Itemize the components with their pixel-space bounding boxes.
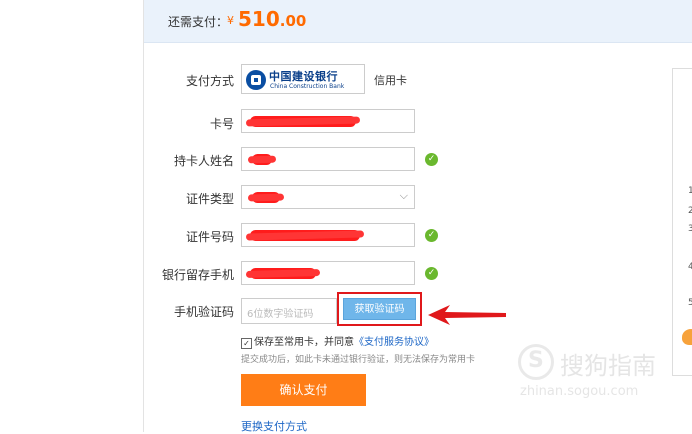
left-blank-area <box>0 0 144 432</box>
redacted-mark <box>252 192 280 203</box>
service-agreement-link[interactable]: 《支付服务协议》 <box>354 337 434 348</box>
card-number-label: 卡号 <box>209 117 234 131</box>
save-card-checkbox[interactable]: ✓ <box>241 338 252 349</box>
watermark-text: 搜狗指南 <box>560 352 656 380</box>
red-arrow-icon <box>428 305 506 325</box>
sogou-watermark: 搜狗指南 zhinan.sogou.com <box>508 342 668 402</box>
redacted-mark <box>252 154 272 165</box>
id-type-label: 证件类型 <box>185 192 234 206</box>
side-number: 3 <box>688 224 692 234</box>
id-type-select[interactable]: ⌵ <box>241 185 415 209</box>
redacted-mark <box>250 116 356 127</box>
agreement-row: ✓ 保存至常用卡，并同意《支付服务协议》 <box>241 333 434 349</box>
agreement-text: 保存至常用卡，并同意 <box>254 337 354 348</box>
get-sms-code-button[interactable]: 获取验证码 <box>343 298 416 320</box>
bank-name-cn: 中国建设银行 <box>269 70 338 83</box>
holder-name-input[interactable] <box>241 147 415 171</box>
bank-selector[interactable]: 中国建设银行 China Construction Bank <box>241 64 365 94</box>
currency-symbol: ¥ <box>227 14 234 27</box>
side-number: 2 <box>688 206 692 216</box>
side-number: 5 <box>688 298 692 308</box>
redacted-mark <box>250 268 316 279</box>
check-circle-icon: ✓ <box>425 153 438 166</box>
confirm-pay-button[interactable]: 确认支付 <box>241 374 366 406</box>
save-card-hint: 提交成功后，如此卡未通过银行验证，则无法保存为常用卡 <box>241 355 476 365</box>
bank-name-en: China Construction Bank <box>270 83 345 90</box>
sogou-logo-icon <box>518 344 554 380</box>
sms-code-label: 手机验证码 <box>173 305 234 319</box>
card-type: 信用卡 <box>374 74 407 87</box>
redacted-mark <box>250 230 360 241</box>
reward-badge-icon <box>682 329 692 345</box>
side-info-panel: 1 2 3 4 5 <box>672 68 692 376</box>
id-number-input[interactable] <box>241 223 415 247</box>
sms-code-input[interactable]: 6位数字验证码 <box>241 298 337 324</box>
check-circle-icon: ✓ <box>425 229 438 242</box>
ccb-logo-icon <box>246 70 266 90</box>
side-number: 1 <box>688 186 692 196</box>
watermark-url: zhinan.sogou.com <box>520 384 639 399</box>
holder-name-label: 持卡人姓名 <box>173 154 234 168</box>
payment-method-label: 支付方式 <box>185 74 234 88</box>
amount-due-value: 510.00 <box>238 7 307 31</box>
id-number-label: 证件号码 <box>185 230 234 244</box>
payment-summary-bar: 还需支付： ¥ 510.00 <box>144 0 692 43</box>
amount-due-label: 还需支付： <box>168 15 229 29</box>
phone-input[interactable] <box>241 261 415 285</box>
phone-label: 银行留存手机 <box>161 268 234 282</box>
side-number: 4 <box>688 262 692 272</box>
chevron-down-icon: ⌵ <box>399 189 408 202</box>
check-circle-icon: ✓ <box>425 267 438 280</box>
card-number-input[interactable] <box>241 109 415 133</box>
